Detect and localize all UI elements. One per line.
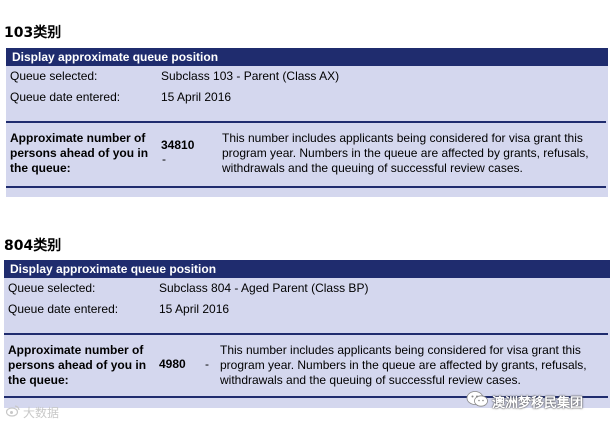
section-heading: 804类别 (4, 238, 62, 254)
persons-ahead-dash: - (205, 357, 209, 371)
queue-selected-label: Queue selected: (10, 69, 98, 83)
queue-selected-label: Queue selected: (8, 281, 96, 295)
divider (6, 121, 606, 123)
section-heading: 103类别 (4, 25, 62, 41)
divider (4, 333, 608, 335)
persons-ahead-value: 34810 (161, 138, 195, 152)
persons-ahead-label: Approximate number of persons ahead of y… (8, 343, 147, 387)
queue-selected-value: Subclass 103 - Parent (Class AX) (161, 69, 340, 83)
divider (6, 186, 606, 188)
panel-title: Display approximate queue position (6, 48, 608, 66)
watermark-left: 大数据 (5, 404, 60, 421)
queue-panel: Display approximate queue position Queue… (6, 48, 608, 197)
panel-title: Display approximate queue position (4, 260, 610, 278)
queue-date-value: 15 April 2016 (161, 90, 232, 104)
watermark-left-text: 大数据 (23, 406, 60, 420)
queue-note: This number includes applicants being co… (220, 343, 587, 387)
queue-date-label: Queue date entered: (10, 90, 121, 104)
queue-panel: Display approximate queue position Queue… (4, 260, 610, 408)
weibo-icon (5, 405, 20, 420)
queue-note: This number includes applicants being co… (222, 131, 589, 175)
watermark-right: 澳洲梦移民集团 (466, 390, 583, 412)
persons-ahead-value: 4980 (159, 357, 186, 371)
queue-date-value: 15 April 2016 (159, 302, 230, 316)
watermark-right-text: 澳洲梦移民集团 (492, 395, 584, 411)
persons-ahead-label: Approximate number of persons ahead of y… (10, 131, 149, 175)
queue-date-label: Queue date entered: (8, 302, 119, 316)
queue-selected-value: Subclass 804 - Aged Parent (Class BP) (159, 281, 369, 295)
wechat-icon (466, 390, 488, 413)
persons-ahead-dash: - (162, 152, 166, 166)
